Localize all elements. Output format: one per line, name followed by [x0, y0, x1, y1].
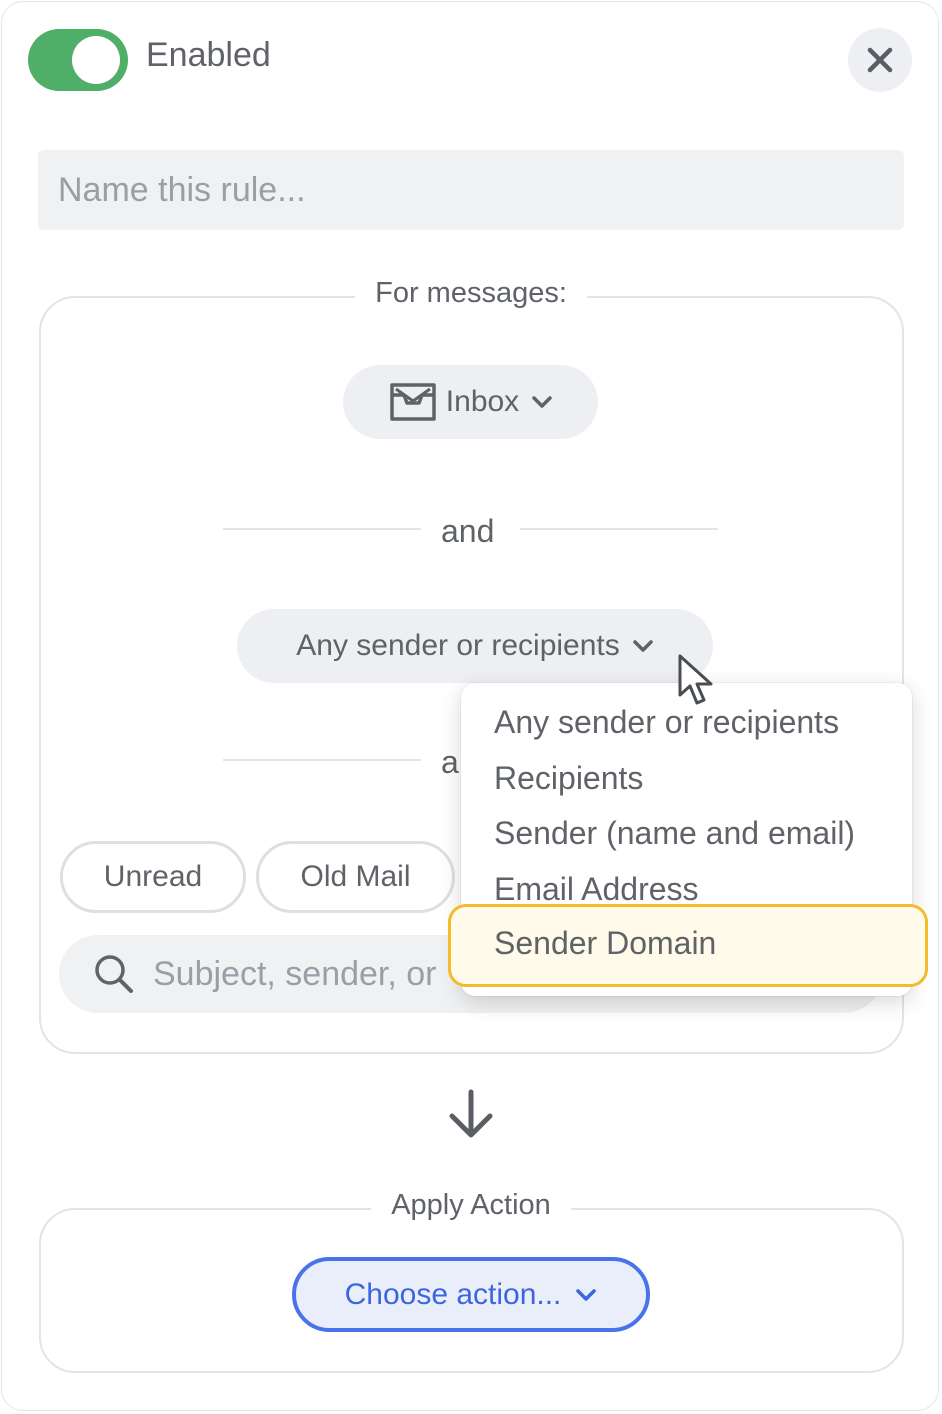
and-divider-left-2 [223, 759, 421, 761]
choose-action-label: Choose action... [344, 1277, 562, 1311]
sender-filter-dropdown[interactable]: Any sender or recipients [237, 609, 713, 683]
chevron-down-icon [532, 396, 552, 408]
menu-item-highlighted[interactable]: Sender Domain [448, 904, 928, 987]
menu-item[interactable]: Any sender or recipients [494, 704, 839, 741]
for-messages-legend: For messages: [355, 277, 587, 310]
menu-item-label: Sender Domain [494, 925, 717, 961]
mailbox-dropdown[interactable]: Inbox [343, 365, 598, 439]
close-button[interactable] [848, 28, 912, 92]
and-label: and [441, 513, 495, 549]
search-icon [95, 955, 133, 993]
toggle-knob [72, 36, 120, 84]
rule-name-input[interactable] [38, 150, 904, 230]
and-label-2: a [441, 744, 459, 780]
chevron-down-icon [633, 640, 653, 652]
close-icon [867, 47, 893, 73]
chip-label: Unread [103, 860, 203, 893]
apply-action-legend: Apply Action [371, 1189, 571, 1222]
menu-item[interactable]: Recipients [494, 760, 643, 797]
sender-filter-label: Any sender or recipients [296, 629, 620, 662]
and-divider-left [223, 528, 421, 530]
choose-action-button[interactable]: Choose action... [292, 1257, 650, 1332]
menu-item[interactable]: Email Address [494, 871, 699, 908]
mailbox-label: Inbox [445, 385, 520, 418]
chip-label: Old Mail [300, 860, 411, 893]
chip-unread[interactable]: Unread [60, 841, 246, 913]
enabled-toggle[interactable] [28, 29, 128, 91]
menu-item[interactable]: Sender (name and email) [494, 815, 855, 852]
chevron-down-icon [576, 1288, 597, 1301]
arrow-down-icon [449, 1089, 493, 1138]
search-placeholder: Subject, sender, or [153, 955, 437, 993]
chip-old-mail[interactable]: Old Mail [256, 841, 455, 913]
inbox-icon [390, 383, 436, 421]
and-divider-right [520, 528, 718, 530]
mouse-cursor-icon [678, 654, 713, 705]
toggle-label: Enabled [146, 36, 271, 74]
